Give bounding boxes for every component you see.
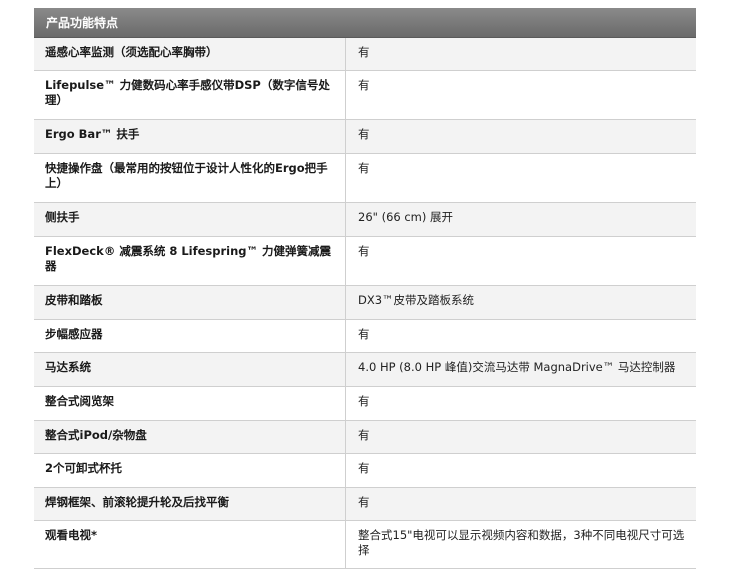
feature-name: 快捷操作盘（最常用的按钮位于设计人性化的Ergo把手上） xyxy=(34,154,346,202)
feature-value: 有 xyxy=(358,495,370,509)
feature-value: 4.0 HP (8.0 HP 峰值)交流马达带 MagnaDrive™ 马达控制… xyxy=(358,360,676,374)
table-row: 2个可卸式杯托 有 xyxy=(34,454,696,488)
spec-table: 产品功能特点 遥感心率监测（须选配心率胸带） 有 Lifepulse™ 力健数码… xyxy=(34,8,696,569)
table-row: 焊钢框架、前滚轮提升轮及后找平衡 有 xyxy=(34,488,696,521)
table-row: FlexDeck® 减震系统 8 Lifespring™ 力健弹簧减震器 有 xyxy=(34,237,696,286)
feature-name: Lifepulse™ 力健数码心率手感仪带DSP（数字信号处理） xyxy=(34,71,346,119)
table-row: 整合式阅览架 有 xyxy=(34,387,696,421)
table-header: 产品功能特点 xyxy=(34,8,696,38)
feature-value: 有 xyxy=(358,428,370,442)
table-row: 侧扶手 26" (66 cm) 展开 xyxy=(34,203,696,237)
table-row: Lifepulse™ 力健数码心率手感仪带DSP（数字信号处理） 有 xyxy=(34,71,696,120)
table-row: Ergo Bar™ 扶手 有 xyxy=(34,120,696,154)
feature-value: 有 xyxy=(358,78,370,92)
feature-value: 有 xyxy=(358,327,370,341)
feature-value: 26" (66 cm) 展开 xyxy=(358,210,454,224)
feature-name: FlexDeck® 减震系统 8 Lifespring™ 力健弹簧减震器 xyxy=(34,237,346,285)
table-row: 观看电视* 整合式15"电视可以显示视频内容和数据，3种不同电视尺寸可选择 xyxy=(34,521,696,569)
feature-name: 遥感心率监测（须选配心率胸带） xyxy=(34,38,346,70)
feature-value: 有 xyxy=(358,127,370,141)
feature-value: DX3™皮带及踏板系统 xyxy=(358,293,475,307)
feature-name: 2个可卸式杯托 xyxy=(34,454,346,487)
table-row: 马达系统 4.0 HP (8.0 HP 峰值)交流马达带 MagnaDrive™… xyxy=(34,353,696,387)
feature-name: 步幅感应器 xyxy=(34,320,346,352)
feature-value: 有 xyxy=(358,461,370,475)
feature-name: Ergo Bar™ 扶手 xyxy=(34,120,346,153)
feature-name: 焊钢框架、前滚轮提升轮及后找平衡 xyxy=(34,488,346,520)
feature-name: 整合式iPod/杂物盘 xyxy=(34,421,346,453)
table-row: 皮带和踏板 DX3™皮带及踏板系统 xyxy=(34,286,696,320)
feature-name: 整合式阅览架 xyxy=(34,387,346,420)
feature-value: 整合式15"电视可以显示视频内容和数据，3种不同电视尺寸可选择 xyxy=(358,528,685,557)
feature-value: 有 xyxy=(358,394,370,408)
table-row: 遥感心率监测（须选配心率胸带） 有 xyxy=(34,38,696,71)
feature-name: 侧扶手 xyxy=(34,203,346,236)
feature-value: 有 xyxy=(358,45,370,59)
feature-value: 有 xyxy=(358,244,370,258)
table-row: 整合式iPod/杂物盘 有 xyxy=(34,421,696,454)
table-row: 快捷操作盘（最常用的按钮位于设计人性化的Ergo把手上） 有 xyxy=(34,154,696,203)
feature-name: 皮带和踏板 xyxy=(34,286,346,319)
feature-name: 马达系统 xyxy=(34,353,346,386)
feature-name: 观看电视* xyxy=(34,521,346,568)
table-row: 步幅感应器 有 xyxy=(34,320,696,353)
feature-value: 有 xyxy=(358,161,370,175)
